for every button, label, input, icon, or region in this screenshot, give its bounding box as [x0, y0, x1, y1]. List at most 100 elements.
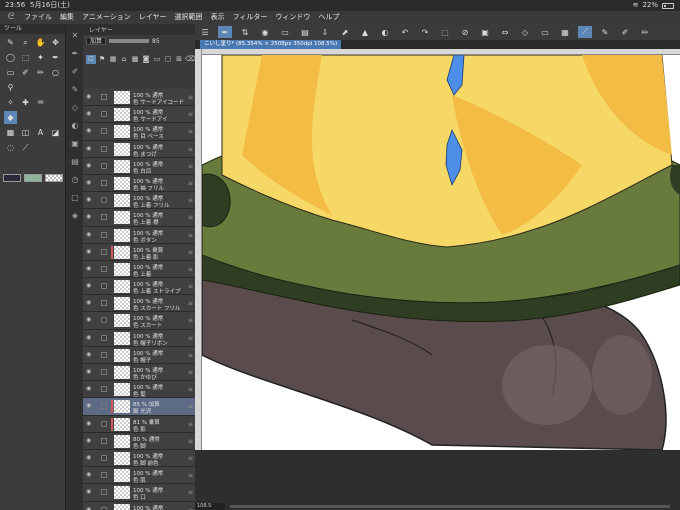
close-icon[interactable]: ✕	[68, 28, 82, 42]
balloon-icon[interactable]: ◌	[4, 141, 17, 154]
eraser-icon[interactable]: ▭	[4, 66, 17, 79]
layer-row[interactable]: ◉ 100 % 通常色 髪 ≡	[83, 381, 195, 399]
layer-checkbox[interactable]	[101, 283, 107, 290]
lock-icon[interactable]: ⌂	[119, 55, 129, 64]
layer-row[interactable]: ◉ 100 % 通常色 袖 フリル ≡	[83, 174, 195, 193]
menu-icon[interactable]: ☰	[198, 26, 212, 38]
layer-menu-icon[interactable]: ≡	[188, 455, 193, 462]
eye-icon[interactable]: ◉	[86, 248, 94, 255]
layer-menu-icon[interactable]: ≡	[188, 180, 193, 187]
new-layer-icon[interactable]: ▭	[152, 55, 162, 64]
eye-icon[interactable]: ◉	[86, 420, 94, 427]
layer-row[interactable]: ◉ 85 % 加算脚 光沢 ≡	[83, 398, 195, 416]
layer-menu-icon[interactable]: ≡	[188, 128, 193, 135]
menu-help[interactable]: ヘルプ	[318, 11, 339, 24]
eye-icon[interactable]: ◉	[86, 265, 94, 272]
move-icon[interactable]: ✥	[49, 36, 62, 49]
ruler-icon[interactable]: ▭	[538, 26, 552, 38]
brush-icon[interactable]: ✐	[19, 66, 32, 79]
layer-row[interactable]: ◉ 100 % 通常色 サードアイコード ≡	[83, 89, 195, 107]
menu-window[interactable]: ウィンドウ	[275, 11, 310, 24]
figure-icon[interactable]: ◫	[19, 126, 32, 139]
layer-checkbox[interactable]	[101, 472, 107, 479]
eye-icon[interactable]: ◉	[86, 334, 94, 341]
layer-menu-icon[interactable]: ≡	[188, 300, 193, 307]
mask-icon[interactable]: ◙	[141, 55, 151, 64]
layer-row[interactable]: ◉ 100 % 通常色 上着 ≡	[83, 260, 195, 279]
airbrush-icon[interactable]: ✧	[4, 96, 17, 109]
layer-checkbox[interactable]	[101, 300, 107, 307]
layer-menu-icon[interactable]: ≡	[188, 283, 193, 290]
eye-icon[interactable]: ◉	[86, 506, 94, 510]
transparent-color-swatch[interactable]	[45, 174, 63, 182]
menu-animation[interactable]: アニメーション	[82, 11, 131, 24]
dropper-icon[interactable]: ⚲	[4, 81, 17, 94]
menu-selection[interactable]: 選択範囲	[175, 11, 203, 24]
deselect-icon[interactable]: ▣	[478, 26, 492, 38]
eye-icon[interactable]: ◉	[86, 403, 94, 409]
layer-row[interactable]: ◉ 100 % 通常色 かゆび ≡	[83, 364, 195, 382]
layer-checkbox[interactable]	[101, 214, 107, 221]
pen-mode-icon[interactable]: ✒	[218, 26, 232, 38]
eye-icon[interactable]: ◉	[86, 283, 94, 289]
circle-icon[interactable]: ○	[49, 66, 62, 79]
redo-icon[interactable]: ↷	[418, 26, 432, 38]
layer-row[interactable]: ◉ 100 % 乗算色 上着 影 ≡	[83, 243, 195, 261]
menu-file[interactable]: ファイル	[24, 11, 52, 24]
brush-icon[interactable]: ✐	[68, 64, 82, 78]
layer-menu-icon[interactable]: ≡	[188, 438, 193, 445]
layer-checkbox[interactable]	[101, 369, 107, 375]
layer-menu-icon[interactable]: ≡	[188, 507, 193, 510]
layer-row[interactable]: ◉ 100 % 通常色 まつげ ≡	[83, 140, 195, 158]
eye-icon[interactable]: ◉	[86, 437, 94, 444]
layer-menu-icon[interactable]: ≡	[188, 472, 193, 479]
property-icon[interactable]: ▤	[68, 154, 82, 168]
layer-checkbox[interactable]	[101, 506, 107, 510]
eye-icon[interactable]: ◉	[86, 214, 94, 220]
eye-icon[interactable]: ◉	[86, 472, 94, 478]
line-correction-icon[interactable]: ⟋	[578, 26, 592, 38]
pen-icon[interactable]: ✒	[49, 51, 62, 64]
select-all-icon[interactable]: ⬚	[438, 26, 452, 38]
layer-checkbox[interactable]	[101, 94, 107, 100]
layer-menu-icon[interactable]: ≡	[188, 146, 193, 153]
layer-checkbox[interactable]	[101, 145, 107, 152]
layer-menu-icon[interactable]: ≡	[188, 249, 193, 256]
zoom-icon[interactable]: ⌕	[19, 36, 32, 49]
layer-menu-icon[interactable]: ≡	[188, 317, 193, 324]
layer-checkbox[interactable]	[101, 231, 107, 238]
palette-icon[interactable]: ◐	[68, 118, 82, 132]
delete-layer-icon[interactable]: ⌫	[185, 55, 195, 64]
pen-settings-icon[interactable]: ✐	[618, 26, 632, 38]
layer-menu-icon[interactable]: ≡	[188, 197, 193, 204]
layer-row[interactable]: ◉ 100 % 通常色 上着 襟 ≡	[83, 209, 195, 227]
open-file-icon[interactable]: ▤	[298, 26, 312, 38]
new-folder-icon[interactable]: ▢	[163, 55, 173, 64]
pen-pressure-icon[interactable]: ✎	[598, 26, 612, 38]
layer-row[interactable]: ◉100 % 通常色 顔≡	[83, 501, 195, 510]
export-icon[interactable]: ⬈	[338, 26, 352, 38]
zoom-value[interactable]: 108.5	[195, 503, 225, 510]
layer-checkbox[interactable]	[101, 489, 107, 496]
history-icon[interactable]: ◷	[68, 172, 82, 186]
pen-icon[interactable]: ✒	[68, 46, 82, 60]
wand-icon[interactable]: ✦	[34, 51, 47, 64]
layer-menu-icon[interactable]: ≡	[188, 369, 193, 376]
eye-icon[interactable]: ◉	[86, 197, 94, 203]
eye-icon[interactable]: ◉	[86, 454, 94, 461]
layer-row[interactable]: ◉ 100 % 通常色 スカート フリル ≡	[83, 295, 195, 313]
layer-checkbox[interactable]	[101, 403, 107, 410]
opacity-slider[interactable]	[109, 39, 150, 43]
layer-checkbox[interactable]	[101, 317, 107, 324]
layer-row[interactable]: ◉ 80 % 通常色 脚 ≡	[83, 432, 195, 450]
layer-menu-icon[interactable]: ≡	[188, 421, 193, 428]
layer-checkbox[interactable]	[101, 334, 107, 341]
layer-row[interactable]: ◉ 100 % 通常色 ボタン ≡	[83, 226, 195, 244]
menu-layer[interactable]: レイヤー	[139, 11, 167, 24]
reference-icon[interactable]: ⚑	[97, 55, 107, 64]
blend-icon[interactable]: ✚	[19, 96, 32, 109]
undo-icon[interactable]: ↶	[398, 26, 412, 38]
layer-row[interactable]: ◉ 100 % 通常色 脚 前色 ≡	[83, 449, 195, 468]
eye-icon[interactable]: ◉	[86, 300, 94, 306]
material-icon[interactable]: ◇	[68, 100, 82, 114]
